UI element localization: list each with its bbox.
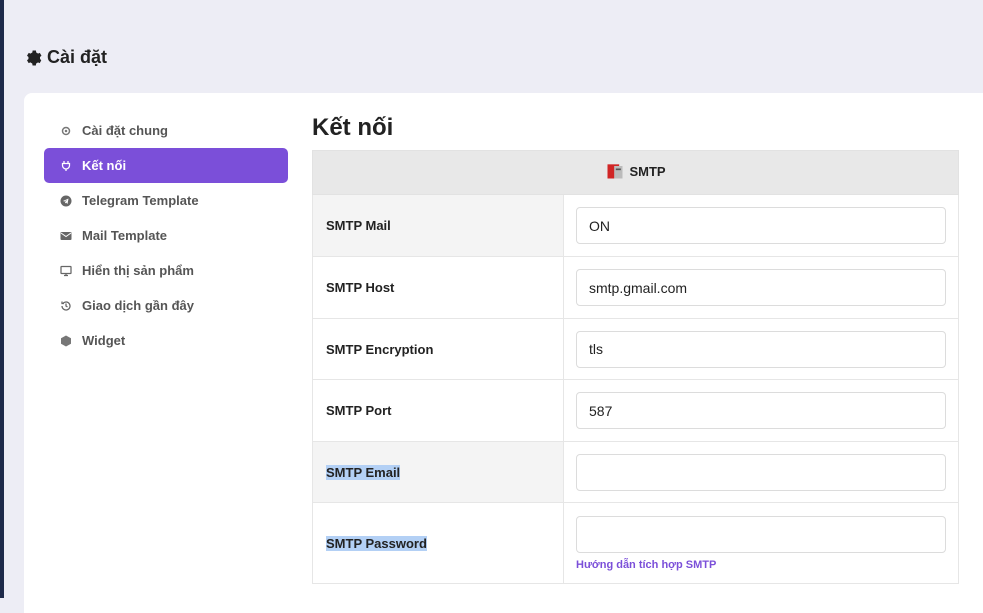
smtp-logo-icon xyxy=(607,164,623,179)
smtp-port-label: SMTP Port xyxy=(312,379,564,442)
page-header: Cài đặt xyxy=(24,47,107,68)
smtp-mail-input[interactable] xyxy=(576,207,946,244)
smtp-encryption-input[interactable] xyxy=(576,330,946,368)
smtp-host-label: SMTP Host xyxy=(312,256,564,319)
page-title: Cài đặt xyxy=(47,47,108,67)
table-row: SMTP Mail xyxy=(312,194,959,257)
smtp-header: SMTP xyxy=(312,150,959,195)
plug-icon xyxy=(60,160,72,172)
sidebar-item-recent-transactions[interactable]: Giao dịch gần đây xyxy=(44,288,288,323)
envelope-icon xyxy=(60,230,72,242)
smtp-guide-link[interactable]: Hướng dẫn tích hợp SMTP xyxy=(576,559,946,571)
widget-icon xyxy=(60,335,72,347)
section-title: Kết nối xyxy=(312,114,394,141)
sidebar-item-product-display[interactable]: Hiển thị sản phẩm xyxy=(44,253,288,288)
history-icon xyxy=(60,300,72,312)
smtp-settings-table: SMTP SMTP Mail SMTP Host SMTP Encryption… xyxy=(312,150,959,584)
sidebar-item-widget[interactable]: Widget xyxy=(44,323,288,358)
smtp-mail-label: SMTP Mail xyxy=(312,194,564,257)
table-row: SMTP Email xyxy=(312,441,959,503)
sidebar-item-label: Mail Template xyxy=(82,228,168,243)
connection-panel: Kết nối SMTP SMTP Mail ON SMTP Host smtp… xyxy=(312,113,959,584)
smtp-password-label: SMTP Password xyxy=(326,535,427,551)
sidebar-item-connection[interactable]: Kết nối xyxy=(44,148,288,183)
smtp-email-label: SMTP Email xyxy=(326,464,401,480)
smtp-header-label: SMTP xyxy=(629,163,666,179)
smtp-port-input[interactable] xyxy=(576,392,946,429)
sidebar-item-label: Kết nối xyxy=(82,158,127,173)
gear-icon xyxy=(27,50,42,65)
table-row: SMTP Host xyxy=(312,256,959,319)
sidebar-item-label: Widget xyxy=(82,333,126,348)
monitor-icon xyxy=(60,265,72,277)
telegram-icon xyxy=(60,195,72,207)
settings-card: Cài đặt chung Kết nối Telegram Template … xyxy=(24,93,983,613)
table-row: SMTP Port xyxy=(312,379,959,442)
table-row: SMTP Encryption xyxy=(312,318,959,380)
sidebar-item-mail-template[interactable]: Mail Template xyxy=(44,218,288,253)
smtp-email-input[interactable] xyxy=(576,453,946,491)
sidebar-item-label: Telegram Template xyxy=(82,193,199,208)
table-row: SMTP Password Hướng dẫn tích hợp SMTP xyxy=(312,502,959,584)
sidebar-item-label: Giao dịch gần đây xyxy=(82,298,194,313)
gear-icon xyxy=(60,125,72,137)
sidebar-item-label: Cài đặt chung xyxy=(82,123,168,138)
sidebar-item-label: Hiển thị sản phẩm xyxy=(82,263,194,278)
smtp-host-input[interactable] xyxy=(576,269,946,306)
smtp-encryption-label: SMTP Encryption xyxy=(312,318,564,380)
left-edge-bar xyxy=(0,0,4,598)
settings-sidebar: Cài đặt chung Kết nối Telegram Template … xyxy=(44,113,288,358)
sidebar-item-telegram-template[interactable]: Telegram Template xyxy=(44,183,288,218)
sidebar-item-general[interactable]: Cài đặt chung xyxy=(44,113,288,148)
smtp-password-input[interactable] xyxy=(576,515,946,553)
